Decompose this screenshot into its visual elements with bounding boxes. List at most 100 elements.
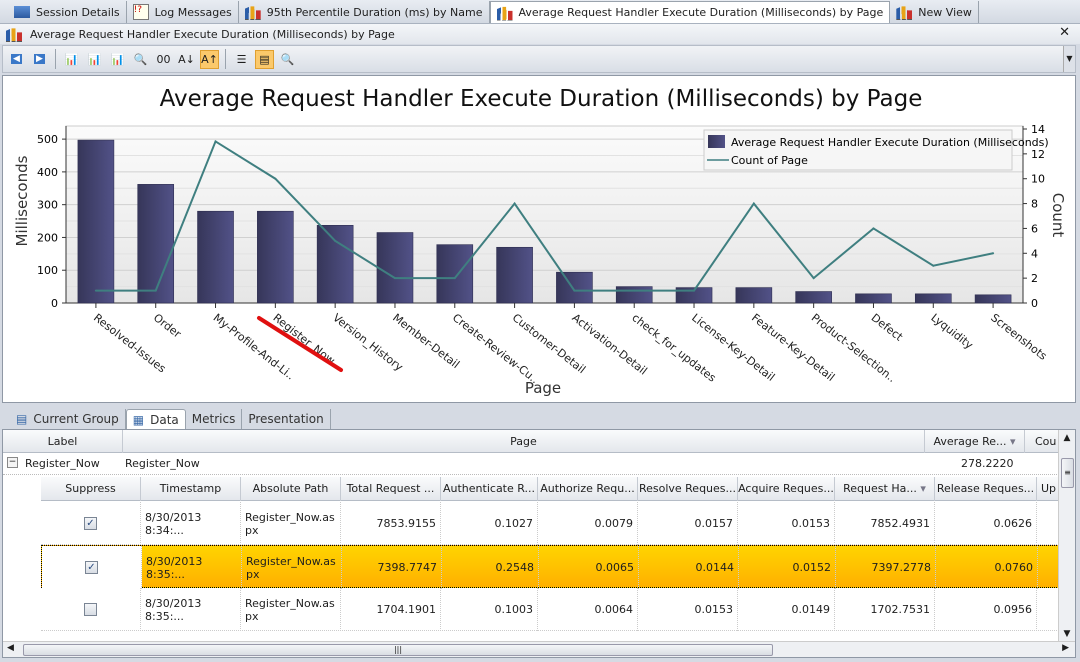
x-tick-label: Order xyxy=(151,311,184,341)
table-cell: 7852.4931 xyxy=(835,502,935,545)
table-cell: 0.2548 xyxy=(442,546,539,589)
sort-arrow-icon: ▾ xyxy=(916,482,926,495)
x-tick-label: Screenshots xyxy=(988,311,1049,363)
table-cell: 0.0065 xyxy=(539,546,639,589)
collapse-icon[interactable]: − xyxy=(7,457,18,468)
column-header[interactable]: Authenticate R... xyxy=(441,477,538,501)
tab-label: Data xyxy=(150,412,179,427)
column-header[interactable]: Timestamp xyxy=(141,477,241,501)
y2-tick-label: 8 xyxy=(1031,198,1038,211)
table-icon: ▦ xyxy=(132,412,145,427)
line-point[interactable] xyxy=(154,289,157,292)
tab-label: Current Group xyxy=(33,412,119,426)
line-point[interactable] xyxy=(812,277,815,280)
table-row[interactable]: 8/30/2013 8:35:... Register_Now.aspx 1704.… xyxy=(41,588,1061,631)
column-header[interactable]: Authorize Requ... xyxy=(538,477,638,501)
line-point[interactable] xyxy=(453,277,456,280)
group-header: Label Page Average Re... ▾ Cou xyxy=(3,430,1065,453)
bar[interactable] xyxy=(376,232,414,304)
line-point[interactable] xyxy=(573,289,576,292)
table-cell: 0.0153 xyxy=(738,502,835,545)
table-row[interactable]: ✓ 8/30/2013 8:35:... Register_Now.aspx 7398… xyxy=(41,545,1061,589)
legend-label: Average Request Handler Execute Duration… xyxy=(731,136,1049,149)
bar[interactable] xyxy=(496,246,533,304)
x-tick-label: Defect xyxy=(869,311,906,344)
table-cell: 0.1027 xyxy=(441,502,538,545)
column-header-label: Release Reques... xyxy=(936,482,1035,495)
line-point[interactable] xyxy=(214,140,217,143)
column-header[interactable]: Acquire Reques... xyxy=(738,477,835,501)
table-cell: 1702.7531 xyxy=(835,588,935,631)
column-header-label: Acquire Reques... xyxy=(738,482,834,495)
table-cell: 8/30/2013 8:35:... xyxy=(141,588,241,631)
suppress-checkbox[interactable]: ✓ xyxy=(84,517,97,530)
group-icon: ▤ xyxy=(16,412,28,426)
scroll-up-icon[interactable]: ▲ xyxy=(1059,433,1075,443)
bar[interactable] xyxy=(974,294,1012,304)
bar[interactable] xyxy=(855,293,892,304)
column-header-page[interactable]: Page xyxy=(123,430,925,453)
line-point[interactable] xyxy=(693,289,696,292)
column-header[interactable]: Request Ha... ▾ xyxy=(835,477,935,501)
line-point[interactable] xyxy=(94,289,97,292)
table-cell: 7853.9155 xyxy=(341,502,441,545)
bar[interactable] xyxy=(436,244,474,304)
column-header-average[interactable]: Average Re... ▾ xyxy=(925,430,1025,453)
tab-current-group[interactable]: ▤ Current Group xyxy=(10,409,126,429)
column-header[interactable]: Total Request ... xyxy=(341,477,441,501)
scroll-left-icon[interactable]: ◀ xyxy=(7,643,14,653)
horizontal-scrollbar[interactable]: ◀ ||| ▶ xyxy=(3,641,1075,657)
column-header-label: Suppress xyxy=(65,482,116,495)
bar[interactable] xyxy=(197,210,234,304)
column-header-label: Resolve Reques... xyxy=(638,482,737,495)
vertical-scroll-thumb[interactable]: ≡ xyxy=(1061,458,1074,488)
table-cell: 7398.7747 xyxy=(342,546,442,589)
table-cell: 0.0149 xyxy=(738,588,835,631)
suppress-checkbox[interactable]: ✓ xyxy=(85,561,98,574)
legend: Average Request Handler Execute Duration… xyxy=(703,129,1049,171)
line-point[interactable] xyxy=(393,277,396,280)
tab-data[interactable]: ▦ Data xyxy=(125,409,186,429)
table-cell: 7397.2778 xyxy=(836,546,936,589)
y2-tick-label: 0 xyxy=(1031,297,1038,310)
table-row[interactable]: ✓ 8/30/2013 8:34:... Register_Now.aspx 7853… xyxy=(41,502,1061,545)
tab-metrics[interactable]: Metrics xyxy=(186,409,243,429)
bar[interactable] xyxy=(795,291,832,304)
column-header-label: Timestamp xyxy=(159,482,222,495)
column-header[interactable]: Release Reques... xyxy=(935,477,1037,501)
column-header-label[interactable]: Label xyxy=(3,430,123,453)
tab-presentation[interactable]: Presentation xyxy=(242,409,331,429)
bar[interactable] xyxy=(556,271,593,304)
line-point[interactable] xyxy=(334,239,337,242)
line-point[interactable] xyxy=(513,202,516,205)
bar[interactable] xyxy=(77,139,115,304)
scroll-right-icon[interactable]: ▶ xyxy=(1062,643,1069,653)
y2-tick-label: 2 xyxy=(1031,272,1038,285)
column-header[interactable]: Resolve Reques... xyxy=(638,477,738,501)
suppress-cell xyxy=(41,588,141,631)
bar[interactable] xyxy=(735,287,773,304)
column-header[interactable]: Absolute Path xyxy=(241,477,341,501)
bar[interactable] xyxy=(316,225,354,304)
horizontal-scroll-thumb[interactable]: ||| xyxy=(23,644,773,656)
line-point[interactable] xyxy=(752,202,755,205)
line-point[interactable] xyxy=(633,289,636,292)
column-header[interactable]: Suppress xyxy=(41,477,141,501)
bar[interactable] xyxy=(257,210,294,304)
bar[interactable] xyxy=(615,286,653,304)
column-header-label: Request Ha... xyxy=(843,482,917,495)
column-header-label: Authorize Requ... xyxy=(540,482,635,495)
scroll-down-icon[interactable]: ▼ xyxy=(1059,629,1075,639)
table-cell: 0.0157 xyxy=(638,502,738,545)
suppress-checkbox[interactable] xyxy=(84,603,97,616)
line-point[interactable] xyxy=(274,177,277,180)
line-point[interactable] xyxy=(992,252,995,255)
bar[interactable] xyxy=(914,293,952,304)
chart: Average Request Handler Execute Duration… xyxy=(13,86,1067,397)
group-row[interactable]: − Register_Now Register_Now 278.2220 xyxy=(3,453,1059,475)
vertical-scrollbar[interactable]: ▲ ≡ ▼ xyxy=(1058,430,1075,641)
y-tick-label: 500 xyxy=(37,133,58,146)
bar[interactable] xyxy=(137,184,175,304)
line-point[interactable] xyxy=(932,264,935,267)
line-point[interactable] xyxy=(872,227,875,230)
